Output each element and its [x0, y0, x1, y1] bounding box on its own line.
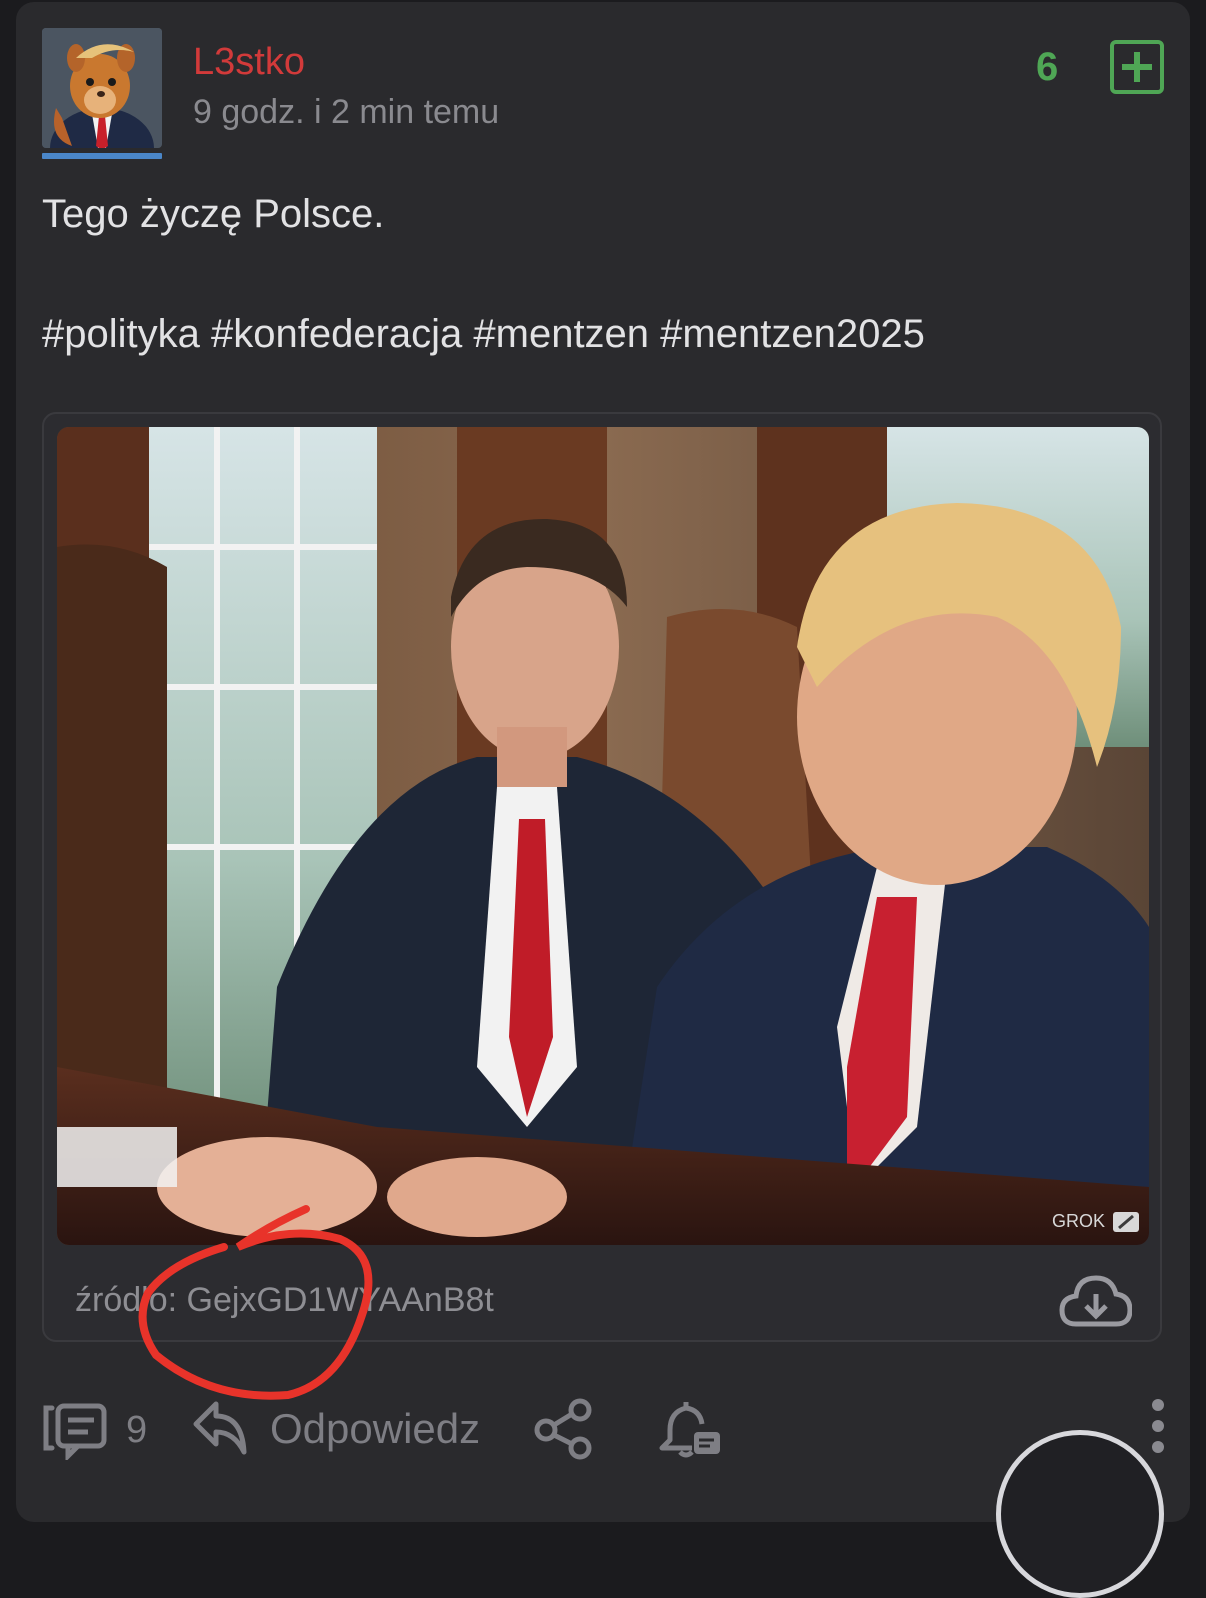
more-vertical-icon [1152, 1399, 1164, 1453]
post-photo: GROK [57, 427, 1149, 1245]
author-name[interactable]: L3stko [193, 38, 305, 86]
post-tags[interactable]: #polityka #konfederacja #mentzen #mentze… [42, 310, 925, 358]
cloud-download-icon [1059, 1275, 1133, 1327]
floating-action-button[interactable] [996, 1430, 1164, 1598]
avatar-image [42, 28, 162, 148]
share-icon [534, 1398, 592, 1460]
reply-button[interactable] [190, 1398, 252, 1456]
post-timestamp[interactable]: 9 godz. i 2 min temu [193, 90, 499, 134]
share-button[interactable] [532, 1398, 596, 1460]
notify-button[interactable] [658, 1396, 724, 1462]
comments-count: 9 [126, 1409, 148, 1451]
image-watermark: GROK [1052, 1211, 1105, 1231]
avatar[interactable] [42, 28, 162, 148]
post-image[interactable]: GROK [57, 427, 1149, 1245]
more-button[interactable] [1146, 1398, 1170, 1454]
download-button[interactable] [1058, 1272, 1133, 1330]
comments-button[interactable] [40, 1400, 112, 1463]
post-body: Tego życzę Polsce. [42, 192, 385, 236]
bell-icon [659, 1402, 720, 1458]
reply-icon [193, 1401, 247, 1455]
upvote-button[interactable] [1110, 40, 1164, 94]
reply-label[interactable]: Odpowiedz [270, 1404, 480, 1454]
image-source: źródło: GejxGD1WYAAnB8t [75, 1281, 494, 1319]
plus-square-icon [1110, 40, 1164, 94]
vote-count: 6 [1036, 45, 1059, 89]
comments-icon [43, 1403, 107, 1463]
avatar-underline [42, 153, 162, 159]
